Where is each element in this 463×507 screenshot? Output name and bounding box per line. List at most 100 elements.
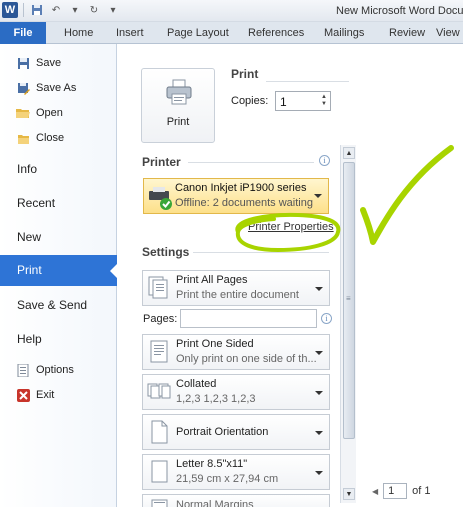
collation-dropdown[interactable]: Collated 1,2,3 1,2,3 1,2,3 — [142, 374, 330, 410]
copies-stepper[interactable]: 1 ▲ ▼ — [275, 91, 331, 111]
orientation-dropdown[interactable]: Portrait Orientation — [142, 414, 330, 450]
margins-icon — [151, 499, 168, 507]
sides-title: Print One Sided — [176, 338, 254, 350]
tab-references[interactable]: References — [248, 27, 304, 39]
info-icon[interactable]: i — [321, 313, 332, 324]
dropdown-arrow-icon — [315, 471, 323, 475]
tab-page-layout[interactable]: Page Layout — [167, 27, 229, 39]
options-icon — [16, 363, 30, 377]
customize-qat-icon[interactable]: ▾ — [105, 2, 121, 18]
save-as-icon — [16, 81, 30, 95]
nav-item-label: Print — [17, 263, 42, 277]
nav-item-exit[interactable]: Exit — [16, 388, 54, 402]
copies-value: 1 — [280, 95, 287, 109]
nav-item-open[interactable]: Open — [16, 106, 63, 120]
paper-size-title: Letter 8.5"x11" — [176, 458, 248, 470]
save-icon[interactable] — [29, 2, 45, 18]
settings-scrollbar[interactable]: ▲ ≡ ▼ — [340, 145, 356, 503]
tab-review[interactable]: Review — [389, 27, 425, 39]
previous-page-icon[interactable]: ◀ — [372, 487, 378, 496]
printer-name: Canon Inkjet iP1900 series — [175, 182, 307, 194]
dropdown-arrow-icon — [315, 351, 323, 355]
pages-label: Pages: — [143, 313, 178, 325]
scroll-down-icon[interactable]: ▼ — [343, 488, 355, 500]
print-range-subtitle: Print the entire document — [176, 289, 299, 301]
scrollbar-thumb[interactable]: ≡ — [343, 162, 355, 439]
nav-item-options[interactable]: Options — [16, 363, 74, 377]
nav-item-info[interactable]: Info — [17, 162, 37, 176]
quick-access-toolbar: W ↶ ▾ ↻ ▾ — [2, 2, 121, 18]
nav-item-save-as[interactable]: Save As — [16, 81, 76, 95]
sides-dropdown[interactable]: Print One Sided Only print on one side o… — [142, 334, 330, 370]
print-button-label: Print — [166, 116, 190, 128]
page-navigator: ◀ 1 of 1 — [372, 483, 431, 499]
tab-home[interactable]: Home — [64, 27, 93, 39]
dropdown-arrow-icon — [315, 287, 323, 291]
tab-insert[interactable]: Insert — [116, 27, 144, 39]
page-count: of 1 — [412, 485, 431, 497]
paper-size-subtitle: 21,59 cm x 27,94 cm — [176, 473, 279, 485]
one-sided-icon — [150, 340, 168, 363]
nav-item-new[interactable]: New — [17, 230, 41, 244]
printer-dropdown[interactable]: Canon Inkjet iP1900 series Offline: 2 do… — [143, 178, 329, 214]
sides-subtitle: Only print on one side of th... — [176, 353, 317, 365]
close-document-icon — [16, 131, 30, 145]
nav-item-label: Open — [36, 107, 63, 119]
print-range-title: Print All Pages — [176, 274, 248, 286]
printer-heading: Printer — [142, 155, 181, 169]
tab-mailings[interactable]: Mailings — [324, 27, 364, 39]
qat-separator — [23, 3, 24, 17]
nav-item-label: Save — [36, 57, 62, 69]
stepper-arrows-icon[interactable]: ▲ ▼ — [321, 94, 327, 108]
highlight-circle-annotation — [235, 212, 341, 253]
info-icon[interactable]: i — [319, 155, 330, 166]
save-icon — [16, 56, 30, 70]
folder-icon — [16, 106, 30, 120]
pages-input[interactable] — [180, 309, 317, 328]
printer-status-icon — [149, 187, 172, 210]
print-button[interactable]: Print — [141, 68, 215, 143]
nav-item-print[interactable]: Print — [0, 255, 118, 286]
grip-icon: ≡ — [346, 294, 351, 303]
word-app-icon[interactable]: W — [2, 2, 18, 18]
margins-title: Normal Margins — [176, 499, 254, 507]
collation-title: Collated — [176, 378, 217, 390]
dropdown-arrow-icon — [314, 194, 322, 198]
nav-item-help[interactable]: Help — [17, 332, 42, 346]
nav-item-save[interactable]: Save — [16, 56, 61, 70]
nav-item-label: Close — [36, 132, 65, 144]
nav-item-label: Exit — [36, 389, 55, 401]
tab-view[interactable]: View — [436, 27, 460, 39]
divider — [266, 81, 349, 82]
checkmark-annotation-icon — [360, 145, 454, 245]
dropdown-arrow-icon[interactable]: ▾ — [67, 2, 83, 18]
paper-size-dropdown[interactable]: Letter 8.5"x11" 21,59 cm x 27,94 cm — [142, 454, 330, 490]
print-range-dropdown[interactable]: Print All Pages Print the entire documen… — [142, 270, 330, 306]
dropdown-arrow-icon — [315, 391, 323, 395]
title-bar: W ↶ ▾ ↻ ▾ New Microsoft Word Docu — [0, 0, 463, 22]
divider — [188, 162, 314, 163]
redo-icon[interactable]: ↻ — [86, 2, 102, 18]
collation-subtitle: 1,2,3 1,2,3 1,2,3 — [176, 393, 256, 405]
print-settings-panel: Print Print Copies: 1 ▲ ▼ Printer i Canon… — [118, 44, 358, 507]
scroll-up-icon[interactable]: ▲ — [343, 147, 355, 159]
collated-icon — [147, 383, 171, 399]
margins-dropdown[interactable]: Normal Margins — [142, 494, 330, 507]
nav-item-recent[interactable]: Recent — [17, 196, 55, 210]
exit-icon — [16, 388, 30, 402]
nav-item-save-send[interactable]: Save & Send — [17, 298, 87, 312]
document-title: New Microsoft Word Docu — [336, 5, 463, 17]
printer-icon — [166, 79, 192, 105]
orientation-title: Portrait Orientation — [176, 426, 269, 438]
paper-size-icon — [151, 460, 168, 483]
tab-file[interactable]: File — [0, 22, 46, 44]
print-heading: Print — [231, 67, 259, 81]
portrait-icon — [151, 420, 168, 444]
nav-item-close[interactable]: Close — [16, 131, 64, 145]
current-page-input[interactable]: 1 — [383, 483, 408, 499]
undo-icon[interactable]: ↶ — [48, 2, 64, 18]
backstage-nav: Save Save As Open Close Info Recent New … — [0, 44, 118, 507]
copies-label: Copies: — [231, 95, 269, 107]
all-pages-icon — [148, 276, 168, 299]
printer-status: Offline: 2 documents waiting — [175, 197, 313, 209]
